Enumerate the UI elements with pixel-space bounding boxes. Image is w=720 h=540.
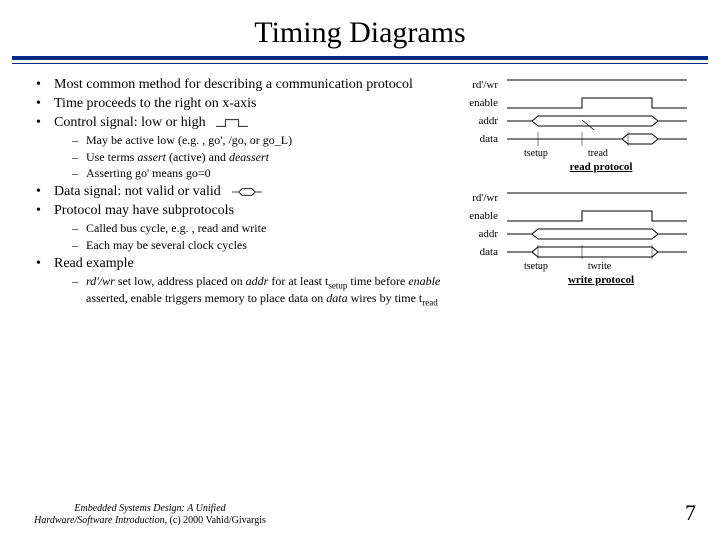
bullet-1: Most common method for describing a comm… <box>36 76 456 93</box>
wave-addr-1 <box>502 112 700 130</box>
footer-copyright: (c) 2000 Vahid/Givargis <box>170 515 266 526</box>
b6a-tread-sub: read <box>422 297 438 307</box>
wave-addr-2 <box>502 225 700 243</box>
bullet-3b-part1: Use terms <box>86 150 137 164</box>
data-signal-icon <box>228 187 266 197</box>
page-number: 7 <box>685 500 696 526</box>
bullet-5b: Each may be several clock cycles <box>72 238 456 253</box>
b6a-t4: for at least t <box>268 274 328 288</box>
footer-line1: Embedded Systems Design: A Unified <box>74 503 225 514</box>
bullet-5-text: Protocol may have subprotocols <box>54 203 234 218</box>
b6a-data: data <box>326 291 347 305</box>
bullet-3a: May be active low (e.g. , go', /go, or g… <box>72 133 456 148</box>
tsetup-2: tsetup <box>524 261 548 272</box>
b6a-tsetup-sub: setup <box>328 280 347 290</box>
label-data-2: data <box>464 246 502 258</box>
caption-write: write protocol <box>464 274 700 286</box>
read-protocol-diagram: rd'/wr enable addr data tsetup tread rea… <box>464 76 700 173</box>
bullet-3b-assert: assert <box>137 150 166 164</box>
tread-1: tread <box>588 148 608 159</box>
bullet-column: Most common method for describing a comm… <box>36 76 456 310</box>
bullet-3-text: Control signal: low or high <box>54 115 206 130</box>
bullet-6a: rd'/wr set low, address placed on addr f… <box>72 274 456 309</box>
b6a-t6: time before <box>347 274 408 288</box>
label-enable-1: enable <box>464 97 502 109</box>
tsetup-1: tsetup <box>524 148 548 159</box>
label-rdwr-2: rd'/wr <box>464 192 502 204</box>
bullet-3c: Asserting go' means go=0 <box>72 166 456 181</box>
label-addr-1: addr <box>464 115 502 127</box>
caption-read: read protocol <box>464 161 700 173</box>
b6a-addr: addr <box>246 274 269 288</box>
bullet-3: Control signal: low or high May be activ… <box>36 114 456 181</box>
b6a-enable: enable <box>408 274 440 288</box>
label-data-1: data <box>464 133 502 145</box>
wave-data-2 <box>502 243 700 261</box>
timing-labels-1: tsetup tread <box>464 148 700 159</box>
footer-line2: Hardware/Software Introduction, <box>34 515 169 526</box>
wave-enable-1 <box>502 94 700 112</box>
bullet-2: Time proceeds to the right on x-axis <box>36 95 456 112</box>
b6a-t2: set low, address placed on <box>115 274 246 288</box>
control-signal-icon <box>213 118 251 128</box>
wave-rdwr-2 <box>502 189 700 207</box>
bullet-5: Protocol may have subprotocols Called bu… <box>36 202 456 252</box>
slide-content: Most common method for describing a comm… <box>0 76 720 310</box>
bullet-5a: Called bus cycle, e.g. , read and write <box>72 221 456 236</box>
bullet-4-text: Data signal: not valid or valid <box>54 184 221 199</box>
label-rdwr-1: rd'/wr <box>464 79 502 91</box>
b6a-rdwr: rd'/wr <box>86 274 115 288</box>
bullet-4: Data signal: not valid or valid <box>36 183 456 200</box>
slide-title: Timing Diagrams <box>0 0 720 56</box>
label-enable-2: enable <box>464 210 502 222</box>
wave-data-1 <box>502 130 700 148</box>
bullet-3b-part2: (active) and <box>166 150 229 164</box>
title-rule <box>12 56 708 64</box>
diagram-column: rd'/wr enable addr data tsetup tread rea… <box>464 76 700 310</box>
bullet-6-text: Read example <box>54 256 134 271</box>
b6a-t10: wires by time t <box>348 291 423 305</box>
label-addr-2: addr <box>464 228 502 240</box>
wave-rdwr-1 <box>502 76 700 94</box>
footer-citation: Embedded Systems Design: A Unified Hardw… <box>20 503 280 526</box>
twrite-2: twrite <box>588 261 611 272</box>
write-protocol-diagram: rd'/wr enable addr data tsetup twrite wr… <box>464 189 700 286</box>
timing-labels-2: tsetup twrite <box>464 261 700 272</box>
b6a-t8: asserted, enable triggers memory to plac… <box>86 291 326 305</box>
bullet-3b-deassert: deassert <box>229 150 269 164</box>
bullet-3b: Use terms assert (active) and deassert <box>72 150 456 165</box>
wave-enable-2 <box>502 207 700 225</box>
bullet-6: Read example rd'/wr set low, address pla… <box>36 255 456 309</box>
